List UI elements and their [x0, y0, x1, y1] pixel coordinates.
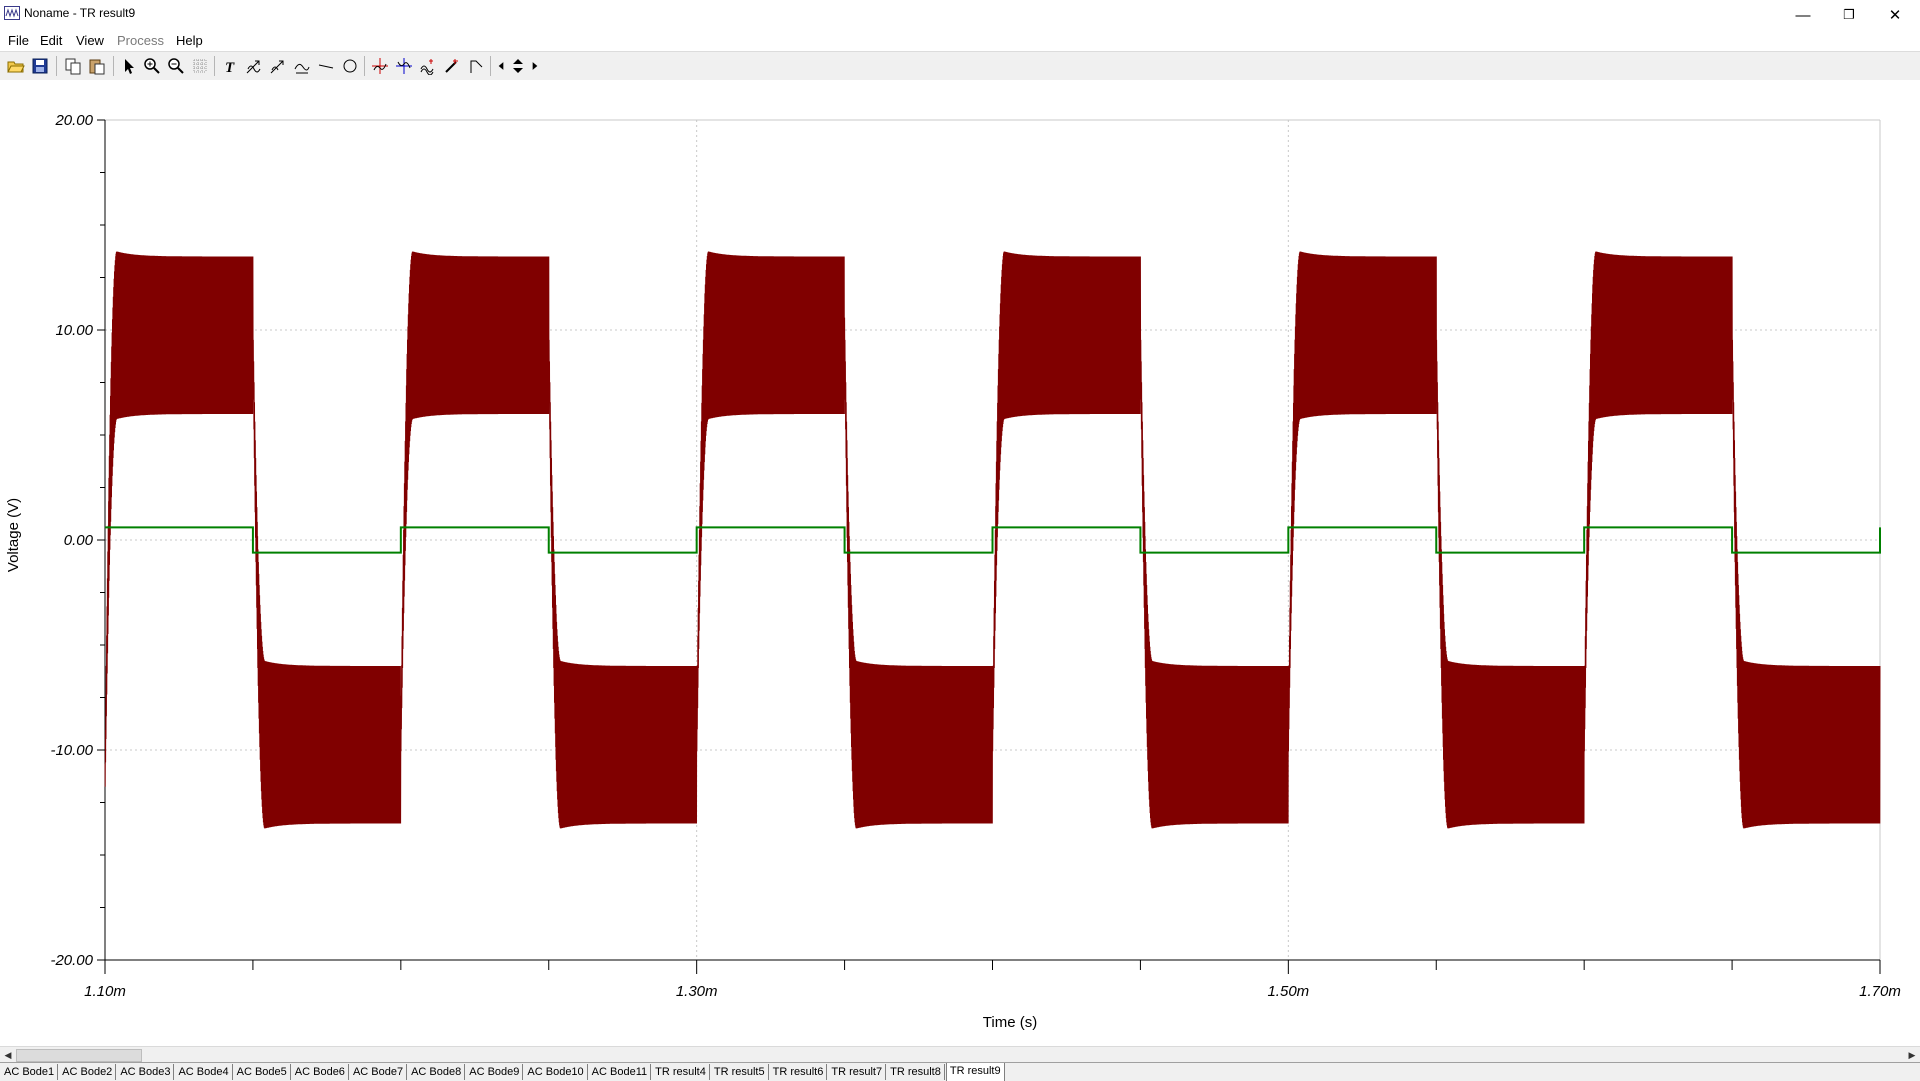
result-tabs: AC Bode1 AC Bode2 AC Bode3 AC Bode4 AC Bode5…: [0, 1062, 1920, 1081]
y-tick-label: -10.00: [50, 742, 93, 759]
tab-tr-result7[interactable]: TR result7: [828, 1064, 887, 1080]
y-tick-label: 10.00: [55, 322, 93, 339]
menu-view[interactable]: View: [76, 33, 104, 48]
copy-icon[interactable]: [62, 55, 84, 77]
y-tick-label: 20.00: [54, 112, 93, 129]
maximize-button[interactable]: ❐: [1826, 0, 1872, 30]
y-axis-label: Voltage (V): [5, 498, 22, 572]
up-down-arrow-icon[interactable]: [508, 55, 528, 77]
menu-help[interactable]: Help: [176, 33, 203, 48]
right-arrow-icon[interactable]: [528, 55, 542, 77]
tab-ac-bode1[interactable]: AC Bode1: [1, 1064, 59, 1080]
x-tick-label: 1.10m: [84, 983, 126, 1000]
tab-ac-bode5[interactable]: AC Bode5: [234, 1064, 291, 1080]
tab-ac-bode3[interactable]: AC Bode3: [117, 1064, 175, 1080]
title-bar: Noname - TR result9 — ❐ ✕: [0, 0, 1920, 30]
tab-tr-result5[interactable]: TR result5: [711, 1064, 769, 1080]
cross-cursor-2-icon[interactable]: [393, 55, 415, 77]
pointer-icon[interactable]: [118, 55, 140, 77]
close-button[interactable]: ✕: [1872, 0, 1918, 30]
scroll-left-icon[interactable]: ◀: [0, 1047, 16, 1063]
grid-icon[interactable]: [189, 55, 211, 77]
app-icon: [4, 6, 20, 20]
menu-file[interactable]: File: [8, 33, 29, 48]
cursor-c-icon[interactable]: [291, 55, 313, 77]
tab-ac-bode6[interactable]: AC Bode6: [292, 1064, 349, 1080]
tab-ac-bode9[interactable]: AC Bode9: [466, 1064, 524, 1080]
paste-icon[interactable]: [86, 55, 108, 77]
menu-process[interactable]: Process: [117, 33, 164, 48]
circle-icon[interactable]: [339, 55, 361, 77]
cursor-a-icon[interactable]: [243, 55, 265, 77]
x-axis-label: Time (s): [983, 1014, 1037, 1031]
tab-tr-result6[interactable]: TR result6: [770, 1064, 828, 1080]
horizontal-scrollbar[interactable]: ◀ ▶: [0, 1046, 1920, 1063]
line-icon[interactable]: [315, 55, 337, 77]
y-tick-label: 0.00: [64, 532, 94, 549]
scroll-right-icon[interactable]: ▶: [1904, 1047, 1920, 1063]
zoom-in-icon[interactable]: [141, 55, 163, 77]
cross-cursor-icon[interactable]: [369, 55, 391, 77]
menu-bar: File Edit View Process Help: [0, 30, 1920, 50]
tab-ac-bode7[interactable]: AC Bode7: [350, 1064, 408, 1080]
y-tick-label: -20.00: [50, 952, 93, 969]
tab-tr-result4[interactable]: TR result4: [652, 1064, 710, 1080]
transient-chart[interactable]: 20.00 10.00 0.00 -10.00 -20.00 1.10m 1.30m 1.50…: [0, 80, 1920, 1046]
tab-ac-bode2[interactable]: AC Bode2: [59, 1064, 117, 1080]
open-folder-icon[interactable]: [5, 55, 27, 77]
x-tick-label: 1.30m: [676, 983, 718, 1000]
plot-area[interactable]: 20.00 10.00 0.00 -10.00 -20.00 1.10m 1.30m 1.50…: [0, 80, 1920, 1050]
chart-ticks: 20.00 10.00 0.00 -10.00 -20.00 1.10m 1.30m 1.50…: [50, 112, 1900, 1000]
minimize-button[interactable]: —: [1780, 0, 1826, 30]
zoom-out-icon[interactable]: [165, 55, 187, 77]
corner-icon[interactable]: [465, 55, 487, 77]
left-arrow-icon[interactable]: [494, 55, 508, 77]
cursor-b-icon[interactable]: [267, 55, 289, 77]
svg-text:T: T: [225, 60, 235, 75]
window-title: Noname - TR result9: [24, 6, 136, 20]
tab-ac-bode11[interactable]: AC Bode11: [589, 1064, 652, 1080]
tab-ac-bode8[interactable]: AC Bode8: [408, 1064, 466, 1080]
toolbar: T: [0, 51, 1920, 81]
tab-ac-bode4[interactable]: AC Bode4: [175, 1064, 233, 1080]
x-tick-label: 1.50m: [1267, 983, 1309, 1000]
tab-ac-bode10[interactable]: AC Bode10: [524, 1064, 588, 1080]
text-icon[interactable]: T: [219, 55, 241, 77]
tab-tr-result8[interactable]: TR result8: [887, 1064, 945, 1080]
menu-edit[interactable]: Edit: [40, 33, 62, 48]
tab-tr-result9[interactable]: TR result9: [945, 1063, 1005, 1081]
probe-icon[interactable]: [441, 55, 463, 77]
wave-icon[interactable]: [417, 55, 439, 77]
save-icon[interactable]: [29, 55, 51, 77]
x-tick-label: 1.70m: [1859, 983, 1901, 1000]
scroll-thumb[interactable]: [16, 1049, 142, 1062]
